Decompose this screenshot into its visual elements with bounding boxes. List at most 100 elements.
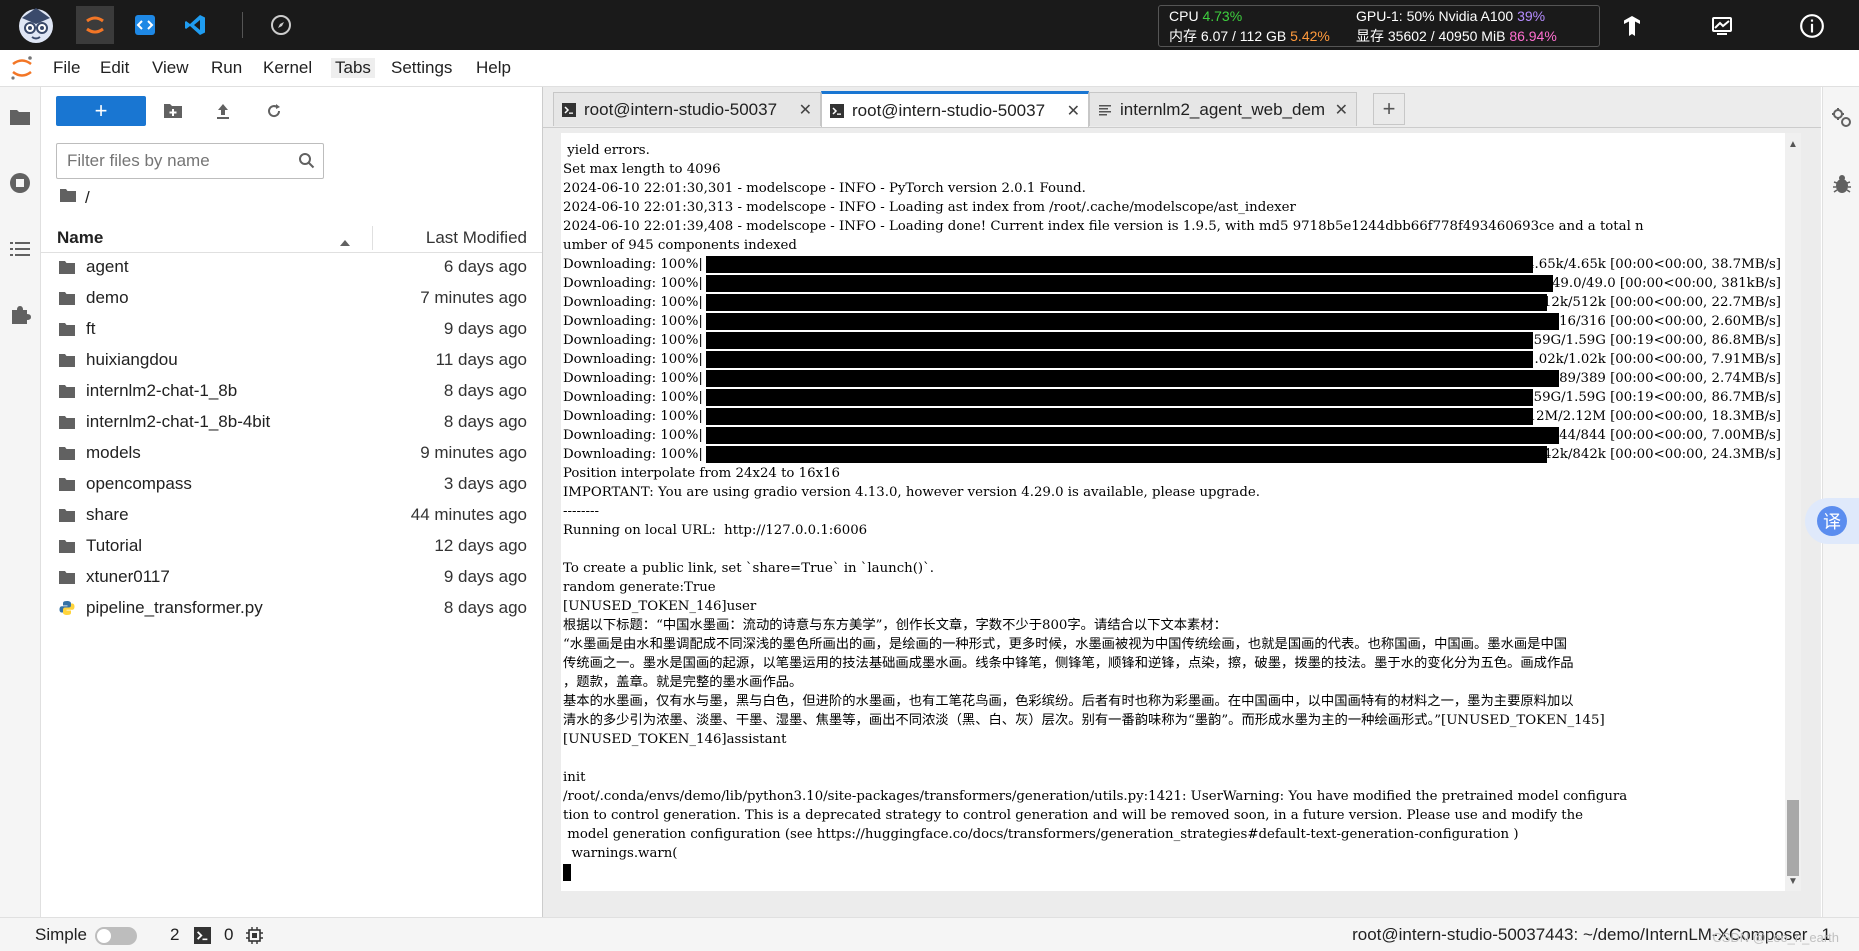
new-launcher-button[interactable]: + <box>56 96 146 126</box>
tab-terminal-2[interactable]: root@intern-studio-50037 ✕ <box>821 91 1089 127</box>
file-filter-input[interactable] <box>65 148 289 174</box>
menu-edit[interactable]: Edit <box>96 58 133 78</box>
resource-monitor: CPU 4.73% 内存 6.07 / 112 GB 5.42% GPU-1: … <box>1158 5 1600 47</box>
file-list-item[interactable]: agent 6 days ago <box>41 252 542 283</box>
folder-icon <box>59 290 75 310</box>
terminal-lines: yield errors. Set max length to 4096 2024-… <box>563 141 1781 882</box>
file-list-item[interactable]: Tutorial 12 days ago <box>41 531 542 562</box>
file-modified: 3 days ago <box>443 474 527 493</box>
download-progress-bar <box>706 313 1559 330</box>
terminal-line: IMPORTANT: You are using gradio version … <box>563 485 1260 500</box>
kernels-count[interactable]: 2 <box>170 925 179 945</box>
menu-kernel[interactable]: Kernel <box>259 58 316 78</box>
jupyter-launcher-icon[interactable] <box>76 6 114 44</box>
file-list-item[interactable]: huixiangdou 11 days ago <box>41 345 542 376</box>
translate-floating-button[interactable]: 译 <box>1805 498 1859 544</box>
close-icon[interactable]: ✕ <box>799 100 812 120</box>
download-stats: | 1.02k/1.02k [00:00<00:00, 7.91MB/s] <box>1517 352 1781 367</box>
terminal-line: 基本的水墨画，仅有水与墨，黑与白色，但进阶的水墨画，也有工笔花鸟画，色彩缤纷。后… <box>563 694 1574 709</box>
menu-view[interactable]: View <box>148 58 193 78</box>
download-progress-bar <box>706 351 1533 368</box>
tensorflow-icon[interactable] <box>1612 6 1652 46</box>
last-modified-column-header[interactable]: Last Modified <box>426 228 527 248</box>
breadcrumb-folder-icon[interactable] <box>59 188 77 208</box>
scroll-down-icon[interactable]: ▼ <box>1788 876 1798 887</box>
download-prefix: Downloading: 100%| <box>563 428 703 443</box>
download-stats: | 1.59G/1.59G [00:19<00:00, 86.8MB/s] <box>1512 333 1781 348</box>
breadcrumb: / <box>59 188 90 208</box>
breadcrumb-path[interactable]: / <box>85 188 90 208</box>
name-column-header[interactable]: Name <box>57 228 103 248</box>
gpu-value: 39% <box>1517 8 1546 24</box>
tab-text-file[interactable]: internlm2_agent_web_dem ✕ <box>1089 92 1357 126</box>
compass-icon[interactable] <box>262 6 300 44</box>
menu-help[interactable]: Help <box>472 58 515 78</box>
extensions-puzzle-icon[interactable] <box>6 301 34 329</box>
debugger-bug-icon[interactable] <box>1829 171 1855 197</box>
file-list-item[interactable]: ft 9 days ago <box>41 314 542 345</box>
file-list-item[interactable]: opencompass 3 days ago <box>41 469 542 500</box>
file-list-item[interactable]: internlm2-chat-1_8b 8 days ago <box>41 376 542 407</box>
terminals-count[interactable]: 0 <box>224 925 233 945</box>
menu-tabs[interactable]: Tabs <box>331 58 375 78</box>
file-name: models <box>86 443 141 462</box>
column-divider[interactable] <box>372 226 373 250</box>
file-list-item[interactable]: models 9 minutes ago <box>41 438 542 469</box>
download-progress-bar <box>706 408 1533 425</box>
info-icon[interactable] <box>1792 6 1832 46</box>
folder-icon <box>59 259 75 279</box>
tab-bar: root@intern-studio-50037 ✕ root@intern-s… <box>543 87 1821 128</box>
file-list-item[interactable]: demo 7 minutes ago <box>41 283 542 314</box>
upload-icon[interactable] <box>209 97 237 125</box>
folder-icon <box>59 445 75 465</box>
file-name: xtuner0117 <box>86 567 170 586</box>
cpu-value: 4.73% <box>1202 8 1243 24</box>
download-prefix: Downloading: 100%| <box>563 409 703 424</box>
code-editor-icon[interactable] <box>126 6 164 44</box>
download-stats: | 842k/842k [00:00<00:00, 24.3MB/s] <box>1525 447 1781 462</box>
simple-mode-toggle[interactable] <box>95 927 137 945</box>
terminal-scrollbar[interactable]: ▲ ▼ <box>1785 133 1801 891</box>
menu-file[interactable]: File <box>49 58 84 78</box>
file-name: internlm2-chat-1_8b <box>86 381 238 400</box>
download-progress-line: Downloading: 100%| | 1.02k/1.02k [00:00<0… <box>563 350 1781 369</box>
file-list-item[interactable]: internlm2-chat-1_8b-4bit 8 days ago <box>41 407 542 438</box>
running-kernels-icon[interactable] <box>6 169 34 197</box>
menu-settings[interactable]: Settings <box>387 58 456 78</box>
close-icon[interactable]: ✕ <box>1067 101 1080 121</box>
terminal-prompt-line[interactable] <box>563 863 1781 882</box>
file-modified: 8 days ago <box>443 598 527 617</box>
scroll-up-icon[interactable]: ▲ <box>1788 139 1798 150</box>
download-progress-bar <box>706 256 1533 273</box>
terminal-line: Set max length to 4096 <box>563 162 721 177</box>
terminal-line: warnings.warn( <box>563 846 678 861</box>
toolbar-divider <box>242 12 243 38</box>
vscode-icon[interactable] <box>176 6 214 44</box>
property-inspector-icon[interactable] <box>1829 105 1855 131</box>
table-of-contents-icon[interactable] <box>6 235 34 263</box>
file-list-item[interactable]: xtuner0117 9 days ago <box>41 562 542 593</box>
download-stats: | 512k/512k [00:00<00:00, 22.7MB/s] <box>1525 295 1781 310</box>
download-progress-line: Downloading: 100%| | 844/844 [00:00<00:00… <box>563 426 1781 445</box>
folder-icon <box>59 414 75 434</box>
python-file-icon <box>59 600 75 621</box>
terminal-line: 传统画之一。墨水是国画的起源，以笔墨运用的技法基础画成墨水画。线条中锋笔，侧锋笔… <box>563 656 1574 671</box>
menu-run[interactable]: Run <box>207 58 246 78</box>
monitor-icon[interactable] <box>1702 6 1742 46</box>
download-progress-line: Downloading: 100%| | 4.65k/4.65k [00:00<0… <box>563 255 1781 274</box>
file-name: internlm2-chat-1_8b-4bit <box>86 412 271 431</box>
intern-studio-logo-icon[interactable] <box>14 4 58 46</box>
terminal-cursor <box>563 864 571 881</box>
terminal-line: init <box>563 770 586 785</box>
folder-icon[interactable] <box>6 103 34 131</box>
add-tab-button[interactable]: + <box>1373 93 1405 125</box>
file-list: agent 6 days ago demo 7 minutes ago ft 9 days… <box>41 252 542 624</box>
file-list-item[interactable]: share 44 minutes ago <box>41 500 542 531</box>
scrollbar-thumb[interactable] <box>1787 800 1799 876</box>
file-list-item[interactable]: pipeline_transformer.py 8 days ago <box>41 593 542 624</box>
tab-terminal-1[interactable]: root@intern-studio-50037 ✕ <box>553 92 821 126</box>
close-icon[interactable]: ✕ <box>1335 100 1348 120</box>
refresh-icon[interactable] <box>260 97 288 125</box>
new-folder-icon[interactable] <box>159 97 187 125</box>
terminal-output[interactable]: yield errors. Set max length to 4096 2024-… <box>561 133 1799 891</box>
